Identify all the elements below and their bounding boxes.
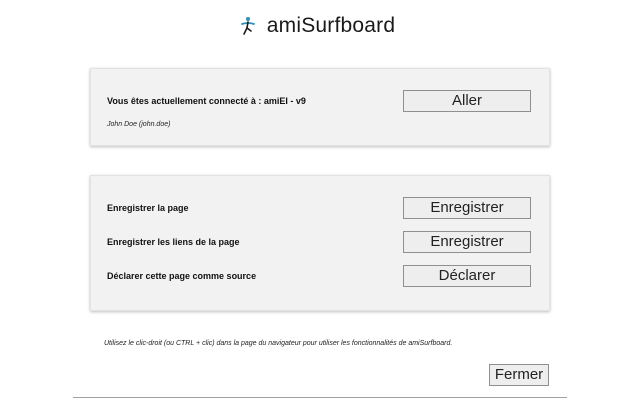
header: amiSurfboard	[0, 10, 640, 42]
save-links-label: Enregistrer les liens de la page	[107, 237, 240, 247]
action-row-declare-source: Déclarer cette page comme source Déclare…	[107, 265, 531, 287]
connected-user: John Doe (john.doe)	[107, 121, 171, 128]
footer-divider	[73, 397, 567, 398]
action-row-save-page: Enregistrer la page Enregistrer	[107, 197, 531, 219]
connection-panel: Vous êtes actuellement connecté à : amiE…	[90, 68, 550, 146]
close-button[interactable]: Fermer	[489, 364, 549, 386]
popup-window: amiSurfboard Vous êtes actuellement conn…	[0, 0, 640, 400]
usage-hint: Utilisez le clic-droit (ou CTRL + clic) …	[104, 340, 453, 347]
save-links-button[interactable]: Enregistrer	[403, 231, 531, 253]
go-button[interactable]: Aller	[403, 90, 531, 112]
save-page-button[interactable]: Enregistrer	[403, 197, 531, 219]
actions-panel: Enregistrer la page Enregistrer Enregist…	[90, 175, 550, 311]
app-title: amiSurfboard	[266, 14, 396, 37]
declare-source-button[interactable]: Déclarer	[403, 265, 531, 287]
surfer-icon	[240, 17, 255, 35]
connection-status-label: Vous êtes actuellement connecté à : amiE…	[107, 96, 306, 106]
connection-row: Vous êtes actuellement connecté à : amiE…	[107, 90, 531, 112]
action-row-save-links: Enregistrer les liens de la page Enregis…	[107, 231, 531, 253]
declare-source-label: Déclarer cette page comme source	[107, 271, 257, 281]
save-page-label: Enregistrer la page	[107, 203, 189, 213]
